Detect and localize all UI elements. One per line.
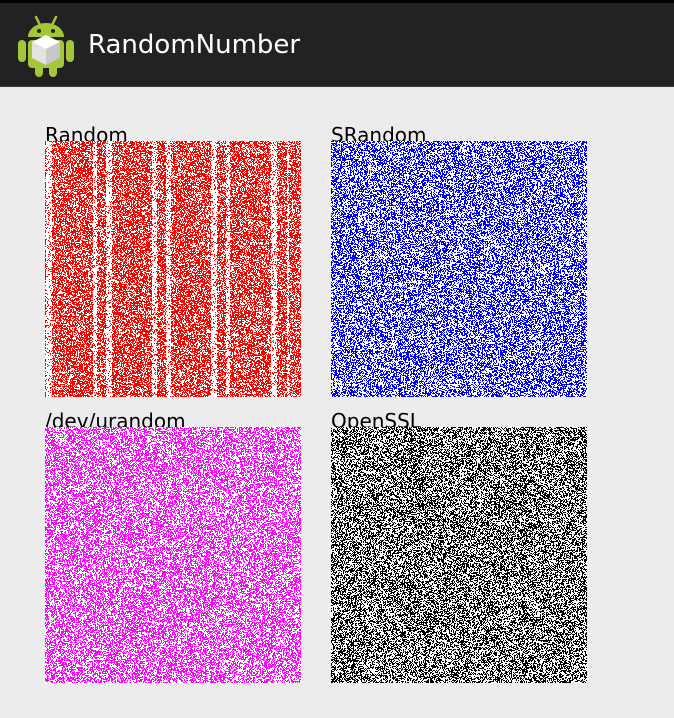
app-title: RandomNumber: [88, 30, 301, 60]
srandom-noise-canvas: [331, 141, 587, 397]
urandom-noise-canvas: [45, 427, 301, 683]
content-area: Random SRandom /dev/urandom OpenSSL: [0, 87, 674, 718]
android-robot-icon: [18, 15, 74, 77]
openssl-noise-canvas: [331, 427, 587, 683]
random-noise-canvas: [45, 141, 301, 397]
action-bar: RandomNumber: [0, 3, 674, 87]
